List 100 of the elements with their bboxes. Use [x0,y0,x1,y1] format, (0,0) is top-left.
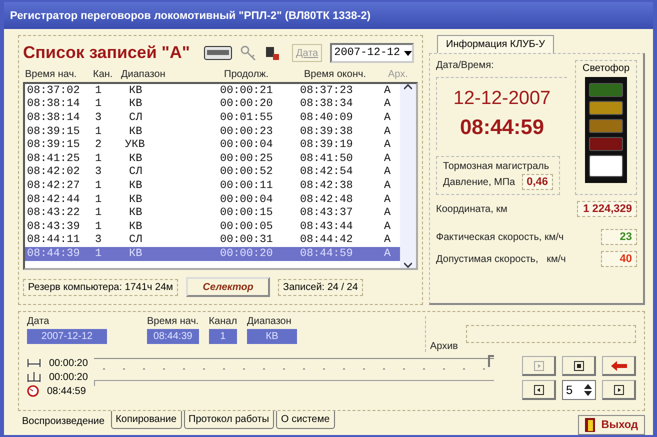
signal-label: Светофор [582,63,630,74]
table-cell-text: СЛ [128,166,144,178]
table-cell-text: 00:00:31 [220,234,274,246]
record-row[interactable]: 08:39:15 1 КВ 00:00:23 08:39:38 А [25,124,400,138]
field-label: Диапазон [247,316,292,327]
date-select[interactable]: 2007-12-12 [330,43,414,63]
table-cell-text: 08:43:44 [300,220,354,233]
table-cell-text: А [384,126,392,138]
table-cell-text: 1 [95,248,103,260]
time-value: 08:44:59 [47,386,86,396]
table-cell-text: КВ [128,152,144,165]
table-cell-text: 00:00:20 [220,248,274,260]
archive-label: Архив [430,341,458,352]
table-cell-text: А [384,112,392,124]
table-cell-text: 00:00:05 [220,220,274,233]
table-cell-text: 00:00:04 [220,194,274,206]
table-cell-text: А [384,248,392,260]
scroll-up-icon[interactable] [404,84,412,90]
table-cell-text: 00:00:11 [220,180,274,192]
back-button[interactable] [602,356,636,376]
table-cell-text: 08:44:39 [27,248,81,260]
record-row[interactable]: 08:42:44 1 КВ 00:00:04 08:42:48 А [25,192,400,206]
record-row[interactable]: 08:43:39 1 КВ 00:00:05 08:43:44 А [25,220,400,234]
table-cell-text: 1 [95,84,103,97]
record-row[interactable]: 08:41:25 1 КВ 00:00:25 08:41:50 А [25,152,400,166]
step-spinner[interactable]: 5 [562,380,596,400]
time-text: 08:44:59 [460,116,544,140]
table-cell-text: 00:00:52 [220,166,274,178]
table-cell-text: А [384,84,392,97]
key-icon[interactable] [240,45,256,61]
table-cell-text: 08:39:19 [300,139,354,152]
table-cell-text: 08:41:50 [300,152,354,165]
table-cell-text: УКВ [124,139,146,152]
table-cell-text: 00:00:15 [220,207,274,220]
scroll-down-icon[interactable] [404,262,412,268]
column-header: Кан. [93,68,114,80]
table-cell-text: 1 [95,220,103,233]
tab[interactable]: О системе [276,411,335,429]
table-cell-text: 08:42:44 [27,194,81,206]
record-row[interactable]: 08:38:14 1 КВ 00:00:20 08:38:34 А [25,98,400,112]
table-cell-text: 08:37:02 [27,84,81,97]
table-cell-text: 08:38:14 [27,98,81,110]
field-value: 1 [208,329,238,344]
previous-button[interactable] [522,380,556,400]
table-cell-text: 1 [95,180,103,192]
table-cell-text: А [384,194,392,206]
stop-icon [574,360,584,370]
info-tab[interactable]: Информация КЛУБ-У [437,35,554,53]
tab[interactable]: Копирование [110,411,182,429]
keyboard-icon[interactable] [204,46,232,60]
table-cell-text: 08:41:25 [27,152,81,165]
exit-button[interactable]: Выход [578,415,645,435]
table-cell-text: 00:01:55 [220,112,274,124]
position-icon [27,372,41,382]
table-cell-text: А [384,139,392,152]
table-cell-text: А [384,220,392,233]
actual-speed-value: 23 [601,229,637,245]
table-cell-text: 08:40:09 [300,112,354,124]
next-icon [614,384,624,394]
play-icon [534,360,544,370]
next-button[interactable] [602,380,636,400]
table-cell-text: КВ [128,98,144,110]
record-row[interactable]: 08:42:02 3 СЛ 00:00:52 08:42:54 А [25,166,400,180]
table-cell-text: 08:43:22 [27,207,81,220]
table-cell-text: 08:39:38 [300,126,354,138]
table-cell-text: 00:00:25 [220,152,274,165]
date-text: 12-12-2007 [453,88,551,110]
table-cell-text: 00:00:04 [220,139,274,152]
record-count: Записей: 24 / 24 [278,278,363,296]
archive-field[interactable] [466,325,636,343]
tab[interactable]: Протокол работы [184,411,274,429]
datetime-label: Дата/Время: [436,60,495,71]
time-value: 00:00:20 [49,358,88,368]
table-cell-text: КВ [128,248,144,260]
record-row[interactable]: 08:38:14 3 СЛ 00:01:55 08:40:09 А [25,111,400,125]
table-cell-text: КВ [128,220,144,233]
table-cell-text: 08:43:39 [27,220,81,233]
record-row[interactable]: 08:37:02 1 КВ 00:00:21 08:37:23 А [25,84,400,98]
table-cell-text: 1 [95,194,103,206]
record-row[interactable]: 08:42:27 1 КВ 00:00:11 08:42:38 А [25,179,400,193]
brake-title: Тормозная магистраль [443,161,550,172]
pressure-value: 0,46 [522,174,553,190]
table-cell-text: А [384,152,392,165]
record-row[interactable]: 08:43:22 1 КВ 00:00:15 08:43:37 А [25,206,400,220]
table-cell-text: 08:39:15 [27,126,81,138]
selector-button[interactable]: Селектор [186,277,270,297]
table-cell-text: 1 [95,152,103,165]
field-label: Время нач. [147,316,199,327]
table-cell-text: КВ [128,180,144,192]
allowed-speed-label: Допустимая скорость, км/ч [436,254,566,264]
table-cell-text: А [384,207,392,220]
record-row[interactable]: 08:39:15 2 УКВ 00:00:04 08:39:19 А [25,138,400,152]
table-cell-text: 08:39:15 [27,139,81,152]
list-title: Список записей "А" [23,43,190,63]
record-row[interactable]: 08:44:11 3 СЛ 00:00:31 08:44:42 А [25,234,400,248]
stop-button[interactable] [562,356,596,376]
slider-thumb[interactable] [488,355,494,367]
step-value: 5 [566,383,573,397]
table-cell-text: КВ [128,194,144,206]
play-button[interactable] [522,356,556,376]
